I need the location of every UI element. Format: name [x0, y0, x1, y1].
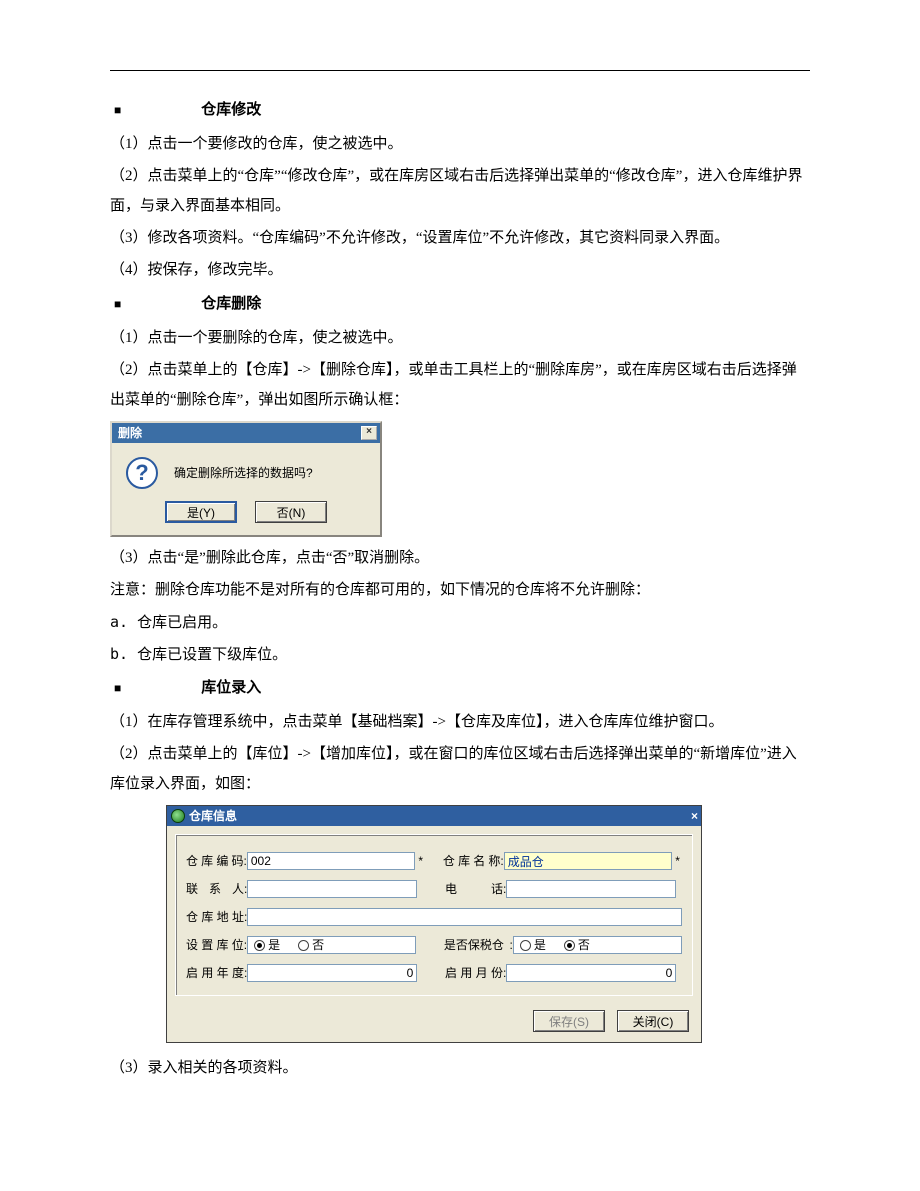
radio-icon	[254, 940, 265, 951]
radio-icon	[520, 940, 531, 951]
warehouse-name-input[interactable]	[504, 852, 673, 870]
phone-input[interactable]	[506, 880, 676, 898]
label-address: 仓库地址	[186, 905, 244, 929]
label-name: 仓库名称	[443, 849, 501, 873]
setloc-radio-group[interactable]: 是 否	[247, 936, 416, 954]
body-text: （2）点击菜单上的【仓库】->【删除仓库】，或单击工具栏上的“删除库房”，或在库…	[110, 355, 810, 415]
close-button[interactable]: ×	[691, 804, 698, 828]
section-header-locinput: ■ 库位录入	[110, 673, 810, 703]
body-text: （2）点击菜单上的【库位】->【增加库位】，或在窗口的库位区域右击后选择弹出菜单…	[110, 739, 810, 799]
top-rule	[110, 70, 810, 71]
warehouse-code-input[interactable]	[247, 852, 416, 870]
no-button[interactable]: 否(N)	[255, 501, 327, 523]
question-icon: ?	[126, 457, 158, 489]
dialog-title: 删除	[118, 421, 142, 445]
section-title: 仓库修改	[201, 95, 261, 125]
body-text: a. 仓库已启用。	[110, 607, 810, 637]
yes-button[interactable]: 是(Y)	[165, 501, 237, 523]
body-text: 注意：删除仓库功能不是对所有的仓库都可用的，如下情况的仓库将不允许删除：	[110, 575, 810, 605]
dialog-titlebar: 删除 ×	[112, 423, 380, 443]
required-star: *	[418, 849, 423, 873]
warehouse-info-dialog: 仓库信息 × 仓库编码 : * 仓库名称 : * 联 系 人 : * 电 话 :…	[166, 805, 702, 1043]
label-month: 启用月份	[445, 961, 503, 985]
required-star: *	[675, 849, 680, 873]
app-icon	[171, 809, 185, 823]
body-text: （3）录入相关的各项资料。	[110, 1053, 810, 1083]
body-text: （4）按保存，修改完毕。	[110, 255, 810, 285]
section-title: 仓库删除	[201, 289, 261, 319]
close-button[interactable]: ×	[361, 426, 377, 440]
section-header-modify: ■ 仓库修改	[110, 95, 810, 125]
label-year: 启用年度	[186, 961, 244, 985]
bullet-icon: ■	[114, 98, 121, 122]
radio-icon	[564, 940, 575, 951]
bonded-radio-group[interactable]: 是 否	[513, 936, 682, 954]
body-text: （2）点击菜单上的“仓库”“修改仓库”，或在库房区域右击后选择弹出菜单的“修改仓…	[110, 161, 810, 221]
dialog-titlebar: 仓库信息 ×	[167, 806, 701, 826]
label-code: 仓库编码	[186, 849, 244, 873]
start-month-input[interactable]	[506, 964, 676, 982]
body-text: （1）在库存管理系统中，点击菜单【基础档案】->【仓库及库位】，进入仓库库位维护…	[110, 707, 810, 737]
label-setloc: 设置库位	[186, 933, 244, 957]
body-text: （3）修改各项资料。“仓库编码”不允许修改，“设置库位”不允许修改，其它资料同录…	[110, 223, 810, 253]
label-phone: 电 话	[445, 877, 503, 901]
start-year-input[interactable]	[247, 964, 417, 982]
dialog-title: 仓库信息	[189, 804, 237, 828]
address-input[interactable]	[247, 908, 682, 926]
contact-input[interactable]	[247, 880, 417, 898]
body-text: b. 仓库已设置下级库位。	[110, 639, 810, 669]
section-header-delete: ■ 仓库删除	[110, 289, 810, 319]
save-button[interactable]: 保存(S)	[533, 1010, 605, 1032]
section-title: 库位录入	[201, 673, 261, 703]
form-panel: 仓库编码 : * 仓库名称 : * 联 系 人 : * 电 话 : 仓库地址 :	[175, 834, 693, 996]
label-bonded: 是否保税仓	[444, 933, 510, 957]
confirm-delete-dialog: 删除 × ? 确定删除所选择的数据吗? 是(Y) 否(N)	[110, 421, 382, 537]
bullet-icon: ■	[114, 292, 121, 316]
radio-icon	[298, 940, 309, 951]
bullet-icon: ■	[114, 676, 121, 700]
close-dialog-button[interactable]: 关闭(C)	[617, 1010, 689, 1032]
label-contact: 联 系 人	[186, 877, 244, 901]
body-text: （1）点击一个要删除的仓库，使之被选中。	[110, 323, 810, 353]
body-text: （3）点击“是”删除此仓库，点击“否”取消删除。	[110, 543, 810, 573]
dialog-message: 确定删除所选择的数据吗?	[174, 461, 313, 485]
body-text: （1）点击一个要修改的仓库，使之被选中。	[110, 129, 810, 159]
